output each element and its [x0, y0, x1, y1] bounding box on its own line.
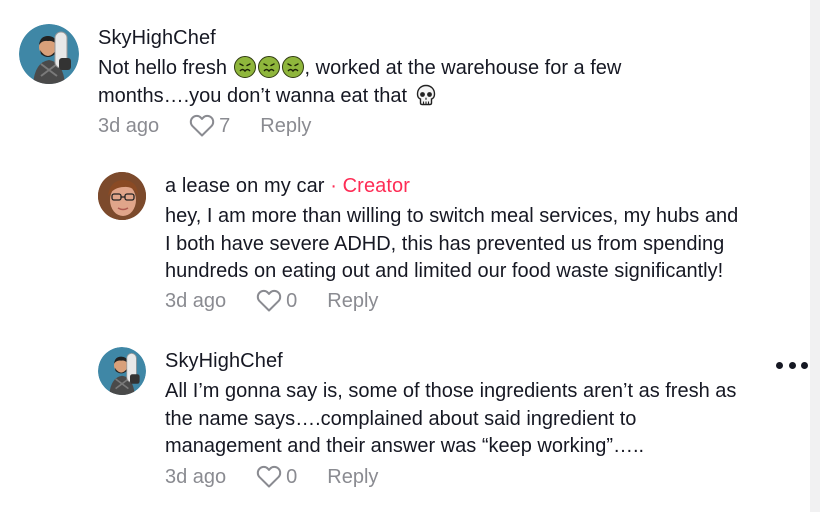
comment-username[interactable]: SkyHighChef	[98, 27, 216, 50]
more-dot	[788, 361, 796, 369]
comment-text-line: All I’m gonna say is, some of those ingr…	[165, 380, 737, 402]
like-count: 0	[286, 289, 298, 312]
reply-button[interactable]: Reply	[260, 115, 311, 138]
comment-text-line: management and their answer was “keep wo…	[165, 435, 645, 457]
comment-text: All I’m gonna say is, some of those ingr…	[165, 378, 805, 461]
nauseated-face-icon	[281, 56, 304, 78]
like-count: 7	[219, 114, 231, 137]
chef-avatar-icon	[19, 24, 79, 84]
reply-button[interactable]: Reply	[327, 290, 378, 313]
more-options-button[interactable]	[776, 358, 808, 372]
avatar[interactable]	[19, 24, 79, 84]
heart-icon	[189, 114, 215, 137]
creator-badge: Creator	[342, 175, 411, 197]
comment-text-part: months….you don’t wanna eat that	[98, 84, 413, 107]
comment-text: Not hello fresh , worked at the warehous…	[98, 55, 798, 110]
more-dot	[801, 361, 808, 369]
comment-meta: 3d ago 0 Reply	[165, 465, 378, 489]
nauseated-face-icon	[233, 56, 256, 78]
avatar[interactable]	[98, 172, 146, 220]
badge-separator: ·	[324, 175, 343, 197]
like-count: 0	[286, 465, 298, 488]
comment-time: 3d ago	[98, 114, 160, 137]
heart-icon	[256, 465, 282, 488]
avatar[interactable]	[98, 347, 146, 395]
nauseated-face-icon	[257, 56, 280, 78]
username-text: a lease on my car	[165, 175, 325, 197]
comment-text-part: Not hello fresh	[98, 57, 233, 79]
more-dot	[776, 361, 783, 369]
woman-avatar-icon	[98, 172, 146, 220]
comment-text-line: the name says….complained about said ing…	[165, 407, 637, 430]
reply-button[interactable]: Reply	[327, 466, 378, 489]
comment-text-line: hundreds on eating out and limited our f…	[165, 260, 724, 282]
like-button[interactable]: 0	[256, 289, 297, 313]
like-button[interactable]: 7	[189, 114, 230, 138]
skull-icon	[416, 84, 435, 105]
scrollbar-track[interactable]	[810, 0, 820, 512]
heart-icon	[256, 289, 282, 312]
chef-avatar-icon	[98, 347, 146, 395]
comment-time: 3d ago	[165, 289, 227, 312]
like-button[interactable]: 0	[256, 465, 297, 489]
comment-text-part: , worked at the warehouse for a few	[304, 57, 622, 79]
comment-text: hey, I am more than willing to switch me…	[165, 203, 805, 286]
comment-username[interactable]: a lease on my car · Creator	[165, 175, 410, 198]
comment-meta: 3d ago 0 Reply	[165, 289, 378, 313]
comment-time: 3d ago	[165, 465, 227, 488]
comment-username[interactable]: SkyHighChef	[165, 350, 283, 373]
comment-text-line: I both have severe ADHD, this has preven…	[165, 232, 725, 255]
comment-text-line: hey, I am more than willing to switch me…	[165, 205, 739, 227]
comment-meta: 3d ago 7 Reply	[98, 114, 311, 138]
